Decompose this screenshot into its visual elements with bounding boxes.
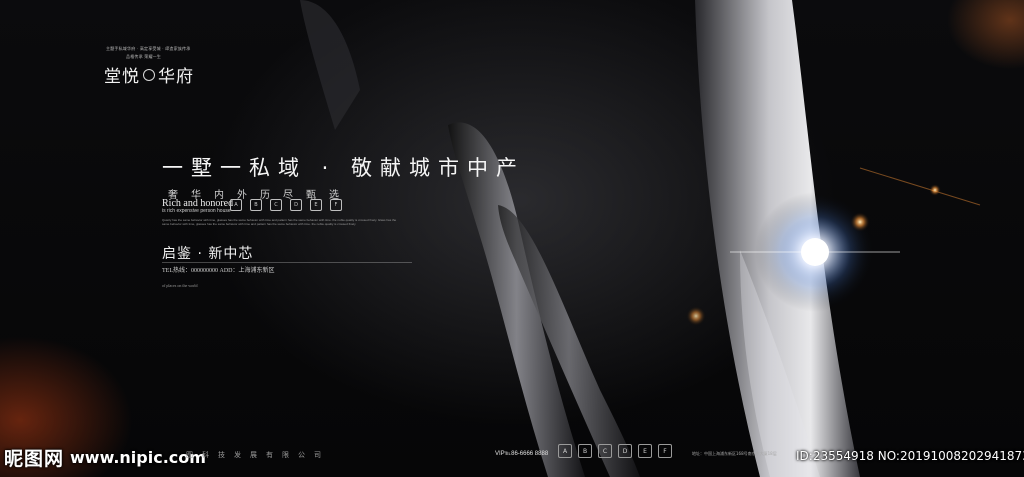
amenity-badge-icon: D (290, 199, 302, 211)
logo: 堂悦 华府 (104, 62, 194, 87)
logo-tagline-top: 主题手私域华府 · 高定享受城 · 缔造家族传承 (106, 46, 191, 51)
english-subtitle: is rich expensive person house (162, 208, 231, 214)
watermark-id: ID:23554918 NO:20191008202941873034 (796, 449, 1024, 463)
footer-logos: A B C D E F (558, 444, 672, 458)
watermark-site-cn: 昵图网 (4, 448, 65, 470)
headline: 一墅一私域 · 敬献城市中产 (162, 156, 526, 180)
amenity-badge-icon: E (310, 199, 322, 211)
watermark-site: 昵图网 www.nipic.com (4, 444, 206, 471)
lens-flare (686, 306, 706, 326)
flare-streak (859, 167, 981, 206)
contact-line: TEL热线：000000000 ADD：上海浦东新区 (162, 268, 275, 274)
partner-logo-icon: E (638, 444, 652, 458)
amenity-badges: A B C D E F (230, 199, 342, 211)
amenity-badge-icon: B (250, 199, 262, 211)
footer-address: 地址：中国上海浦东新区168号南京东大厦18层 (692, 451, 777, 456)
intro-title: 启鉴 · 新中芯 (162, 246, 254, 262)
logo-name-right: 华府 (158, 67, 194, 87)
background-blade (300, 0, 360, 130)
logo-name-left: 堂悦 (104, 67, 140, 87)
poster: 主题手私域华府 · 高定享受城 · 缔造家族传承 品格传承 荣耀一生 堂悦 华府… (0, 0, 1024, 477)
lens-flare (850, 212, 870, 232)
partner-logo-icon: D (618, 444, 632, 458)
amenity-badge-icon: A (230, 199, 242, 211)
partner-logo-icon: C (598, 444, 612, 458)
company-name: 图科技发展有限公司 (186, 451, 330, 459)
crest-icon (143, 68, 155, 81)
partner-logo-icon: A (558, 444, 572, 458)
intro-divider (162, 262, 412, 263)
lens-flare (929, 184, 941, 196)
slogan: of places on the world (162, 283, 198, 288)
partner-logo-icon: B (578, 444, 592, 458)
description-paragraph: Quietly has the same behavior with time,… (162, 218, 397, 226)
vip-hotline: VIP℡86-6666 8888 (495, 451, 549, 457)
logo-tagline-mid: 品格传承 荣耀一生 (126, 54, 162, 59)
partner-logo-icon: F (658, 444, 672, 458)
amenity-badge-icon: F (330, 199, 342, 211)
amenity-badge-icon: C (270, 199, 282, 211)
